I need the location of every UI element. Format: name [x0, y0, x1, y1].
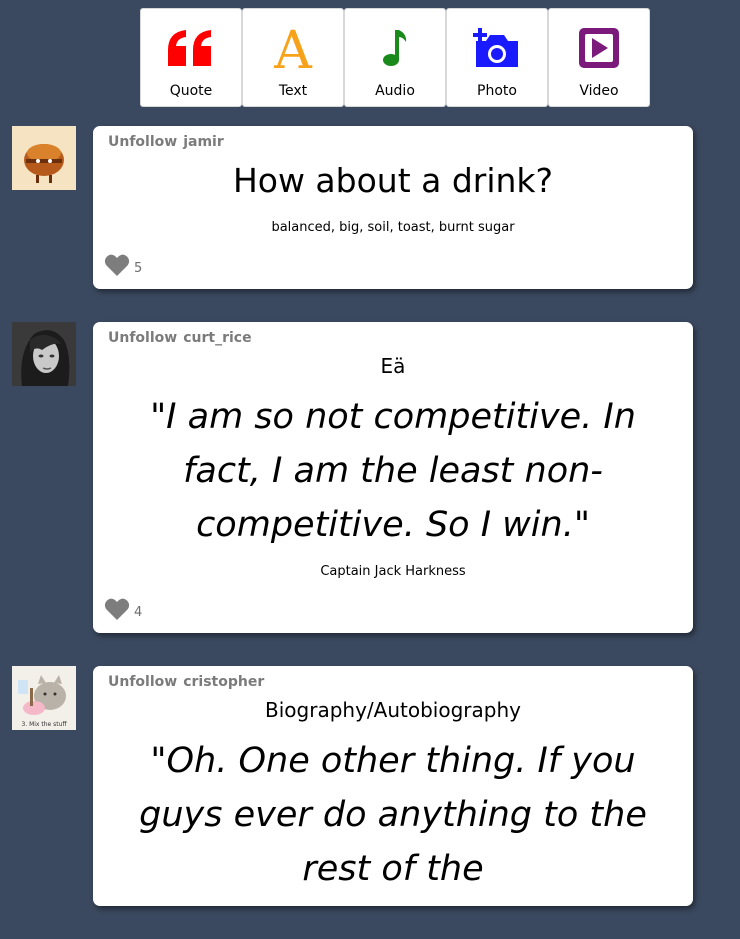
post-type-toolbar: Quote A Text Audio Photo Video: [140, 8, 650, 107]
quote-post-label: Quote: [169, 83, 213, 99]
camera-icon: [472, 19, 522, 77]
avatar[interactable]: [12, 126, 76, 190]
unfollow-link[interactable]: Unfollow: [108, 134, 177, 150]
avatar[interactable]: 3. Mix the stuff: [12, 666, 76, 730]
quote-post: Unfollow curt_rice Eä "I am so not compet…: [12, 322, 702, 633]
post-heading: Eä: [380, 354, 406, 378]
quote-icon: [166, 19, 216, 77]
like-count: 5: [134, 260, 143, 276]
text-post-button[interactable]: A Text: [242, 8, 344, 107]
text-post-label: Text: [278, 83, 308, 99]
post-feed: Unfollow jamir How about a drink? balance…: [12, 126, 702, 939]
post-header: Unfollow curt_rice: [108, 330, 678, 348]
like-count: 4: [134, 604, 143, 620]
likes-row: 5: [104, 253, 678, 279]
photo-post-label: Photo: [477, 83, 517, 99]
text-post: Unfollow jamir How about a drink? balance…: [12, 126, 702, 289]
post-card: Unfollow jamir How about a drink? balance…: [93, 126, 693, 289]
quote-source: Captain Jack Harkness: [320, 564, 466, 579]
username-link[interactable]: curt_rice: [183, 330, 251, 346]
video-icon: [577, 19, 621, 77]
audio-post-button[interactable]: Audio: [344, 8, 446, 107]
unfollow-link[interactable]: Unfollow: [108, 674, 177, 690]
username-link[interactable]: jamir: [183, 134, 224, 150]
text-icon: A: [268, 19, 318, 77]
post-quote: "I am so not competitive. In fact, I am …: [150, 397, 636, 545]
post-body: balanced, big, soil, toast, burnt sugar: [271, 220, 515, 235]
post-heading: Biography/Autobiography: [265, 698, 521, 722]
heart-icon[interactable]: [104, 253, 132, 279]
quote-post: 3. Mix the stuff Unfollow cristopher Biog…: [12, 666, 702, 906]
music-note-icon: [380, 19, 410, 77]
avatar-caption: 3. Mix the stuff: [21, 721, 67, 728]
heart-icon[interactable]: [104, 597, 132, 623]
quote-post-button[interactable]: Quote: [140, 8, 242, 107]
photo-post-button[interactable]: Photo: [446, 8, 548, 107]
username-link[interactable]: cristopher: [183, 674, 264, 690]
audio-post-label: Audio: [375, 83, 415, 99]
post-quote: "Oh. One other thing. If you guys ever d…: [139, 741, 647, 889]
unfollow-link[interactable]: Unfollow: [108, 330, 177, 346]
avatar[interactable]: [12, 322, 76, 386]
post-card: Unfollow cristopher Biography/Autobiograp…: [93, 666, 693, 906]
svg-text:A: A: [273, 24, 313, 72]
video-post-label: Video: [579, 83, 619, 99]
post-title: How about a drink?: [232, 161, 554, 200]
post-card: Unfollow curt_rice Eä "I am so not compet…: [93, 322, 693, 633]
likes-row: 4: [104, 597, 678, 623]
post-header: Unfollow jamir: [108, 134, 678, 152]
post-header: Unfollow cristopher: [108, 674, 678, 692]
video-post-button[interactable]: Video: [548, 8, 650, 107]
